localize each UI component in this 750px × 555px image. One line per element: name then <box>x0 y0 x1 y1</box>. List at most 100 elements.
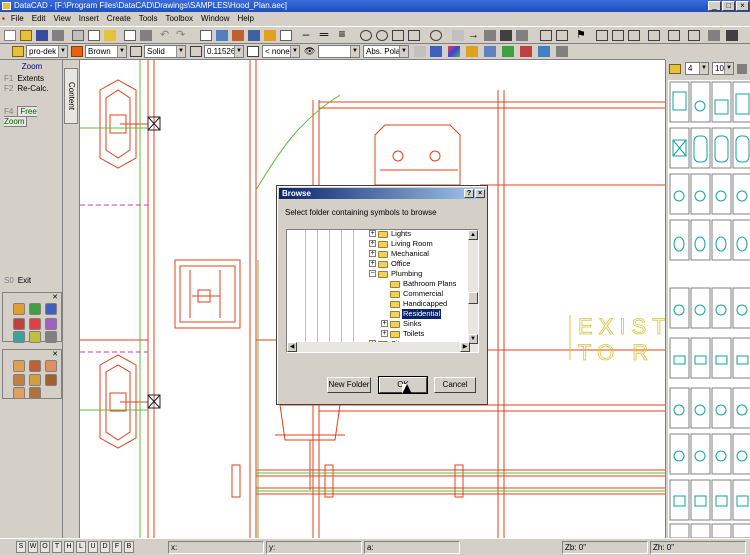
tool-icon-5[interactable] <box>29 318 41 330</box>
eye-icon[interactable]: 👁 <box>304 46 316 57</box>
window-icon[interactable] <box>538 46 550 57</box>
view-icon-1[interactable] <box>200 30 212 41</box>
coords-combo[interactable]: Abs. Polar ▼ <box>363 45 409 58</box>
scroll-up-icon[interactable]: ▲ <box>468 230 478 240</box>
menu-toolbox[interactable]: Toolbox <box>161 12 197 26</box>
layer-combo[interactable]: pro-dek ▼ <box>26 45 68 58</box>
print-icon[interactable] <box>52 30 64 41</box>
light-icon[interactable] <box>484 46 496 57</box>
tree-vertical-scrollbar[interactable]: ▲ ▼ <box>468 230 478 352</box>
color-combo[interactable]: Brown ▼ <box>85 45 127 58</box>
mirror-icon[interactable] <box>516 30 528 41</box>
view-tool-icon-8[interactable] <box>29 387 41 399</box>
tool-icon-2[interactable] <box>29 303 41 315</box>
stretch-icon[interactable] <box>500 30 512 41</box>
new-folder-button[interactable]: New Folder <box>327 377 371 393</box>
open-folder-icon[interactable] <box>20 30 32 41</box>
status-key-b[interactable]: B <box>124 541 134 553</box>
object-icon[interactable] <box>520 46 532 57</box>
parallel-line-icon[interactable]: ≡ <box>336 28 348 41</box>
undo-icon[interactable]: ↶ <box>160 30 172 41</box>
redo-icon[interactable]: ↷ <box>176 30 188 41</box>
folder-tree[interactable]: + Lights + Living Room + Mechanical + Office… <box>286 229 479 353</box>
menu-edit[interactable]: Edit <box>28 12 50 26</box>
color-swatch[interactable] <box>71 46 83 57</box>
scroll-left-icon[interactable]: ◀ <box>287 342 297 352</box>
cancel-button[interactable]: Cancel <box>434 377 476 393</box>
expand-icon[interactable]: + <box>381 330 388 337</box>
dialog-close-button[interactable]: × <box>475 189 485 198</box>
lineweight-icon[interactable] <box>190 46 202 57</box>
view-icon-2[interactable] <box>216 30 228 41</box>
edit-icon-2[interactable] <box>556 30 568 41</box>
fill-combo[interactable]: < none > ▼ <box>262 45 300 58</box>
arc-icon[interactable] <box>376 30 388 41</box>
linetype-icon[interactable] <box>130 46 142 57</box>
flag-icon[interactable]: ⚑ <box>576 30 588 41</box>
tool-icon-4[interactable] <box>13 318 25 330</box>
lineweight-field[interactable]: 0.115263 ▼ <box>204 45 244 58</box>
grid-icon[interactable] <box>484 30 496 41</box>
paste-icon[interactable] <box>104 30 116 41</box>
menu-view[interactable]: View <box>50 12 75 26</box>
double-line-icon[interactable]: ═ <box>318 28 330 41</box>
minimize-button[interactable]: _ <box>708 1 721 11</box>
dimension-icon-2[interactable] <box>612 30 624 41</box>
status-key-h[interactable]: H <box>64 541 74 553</box>
save-icon[interactable] <box>36 30 48 41</box>
tool-icon-8[interactable] <box>29 331 41 343</box>
expand-icon[interactable]: + <box>369 230 376 237</box>
extra-icon-1[interactable] <box>708 30 720 41</box>
doc-icon[interactable]: ▪ <box>0 12 7 26</box>
view-tool-icon-3[interactable] <box>45 360 57 372</box>
browse-folder-icon[interactable] <box>669 64 681 74</box>
view-tool-icon-2[interactable] <box>29 360 41 372</box>
tool-icon-9[interactable] <box>45 331 57 343</box>
view-tool-icon-1[interactable] <box>13 360 25 372</box>
new-file-icon[interactable] <box>4 30 16 41</box>
view-combo[interactable]: ▼ <box>318 45 360 58</box>
status-key-s[interactable]: S <box>16 541 26 553</box>
dimension-icon-1[interactable] <box>596 30 608 41</box>
camera-icon[interactable] <box>140 30 152 41</box>
layer-folder-icon[interactable] <box>12 46 24 57</box>
scroll-right-icon[interactable]: ▶ <box>460 342 470 352</box>
view-tool-icon-5[interactable] <box>29 374 41 386</box>
snap-icon[interactable] <box>430 30 442 41</box>
menu-help[interactable]: Help <box>233 12 257 26</box>
status-key-l[interactable]: L <box>76 541 86 553</box>
tool-icon-1[interactable] <box>13 303 25 315</box>
extra-icon-2[interactable] <box>726 30 738 41</box>
material-icon[interactable] <box>466 46 478 57</box>
expand-icon[interactable]: + <box>369 240 376 247</box>
page-combo[interactable]: 10 ▼ <box>712 62 734 75</box>
menu-insert[interactable]: Insert <box>75 12 103 26</box>
slash-icon[interactable] <box>688 30 700 41</box>
tree-horizontal-scrollbar[interactable]: ◀ ▶ <box>287 342 470 352</box>
tool-icon-6[interactable] <box>45 318 57 330</box>
fkey-free-zoom[interactable]: F4 Free Zoom <box>4 106 62 127</box>
fkey-exit[interactable]: S0 Exit <box>4 276 31 286</box>
fill-icon[interactable] <box>247 46 259 57</box>
view-tool-icon-7[interactable] <box>13 387 25 399</box>
move-icon[interactable] <box>452 30 464 41</box>
view-icon-4[interactable] <box>248 30 260 41</box>
snap-toggle-icon[interactable] <box>414 46 426 57</box>
dimension-icon-3[interactable] <box>628 30 640 41</box>
content-tab[interactable]: Content <box>64 68 78 124</box>
edit-icon-1[interactable] <box>540 30 552 41</box>
options-icon[interactable] <box>737 64 747 74</box>
close-icon[interactable]: ✕ <box>3 293 61 302</box>
door-icon[interactable] <box>556 46 568 57</box>
fkey-extents[interactable]: F1 Extents <box>4 74 44 84</box>
plant-icon[interactable] <box>502 46 514 57</box>
polygon-icon[interactable] <box>408 30 420 41</box>
maximize-button[interactable]: □ <box>722 1 735 11</box>
circle-icon[interactable] <box>360 30 372 41</box>
arrow-right-icon[interactable]: → <box>468 30 480 41</box>
copy-icon[interactable] <box>88 30 100 41</box>
help-button[interactable]: ? <box>464 189 474 198</box>
collapse-icon[interactable]: − <box>369 270 376 277</box>
palette-icon[interactable] <box>448 46 460 57</box>
status-key-t[interactable]: T <box>52 541 62 553</box>
